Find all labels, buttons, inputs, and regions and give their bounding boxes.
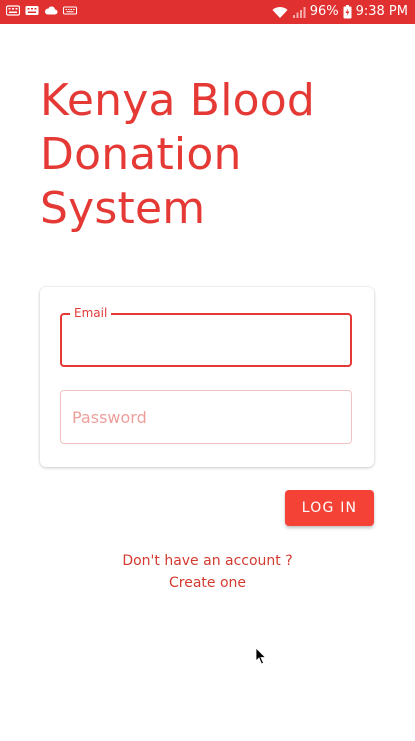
app-title: Kenya Blood Donation System (40, 75, 315, 234)
password-field[interactable] (60, 390, 352, 444)
signup-prompt: Don't have an account ? Create one (0, 550, 415, 594)
signal-icon (292, 6, 306, 18)
battery-charging-icon (343, 5, 352, 19)
cloud-icon (44, 6, 58, 15)
email-input[interactable] (62, 315, 350, 365)
battery-percent: 96% (309, 4, 339, 19)
mouse-pointer-icon (255, 647, 267, 665)
keyboard-icon (25, 6, 39, 15)
email-field[interactable]: Email (60, 306, 352, 367)
keyboard-icon (63, 6, 77, 15)
signup-prompt-text: Don't have an account ? (122, 553, 293, 569)
wifi-icon (272, 6, 288, 18)
login-card: Email (40, 287, 374, 467)
login-button[interactable]: LOG IN (285, 490, 374, 526)
create-account-link[interactable]: Create one (169, 575, 246, 591)
status-bar: 96% 9:38 PM (0, 0, 415, 24)
clock: 9:38 PM (355, 4, 408, 19)
system-indicators: 96% 9:38 PM (272, 3, 408, 21)
password-input[interactable] (61, 391, 351, 443)
notification-icons (6, 5, 77, 16)
keyboard-icon (6, 5, 20, 16)
